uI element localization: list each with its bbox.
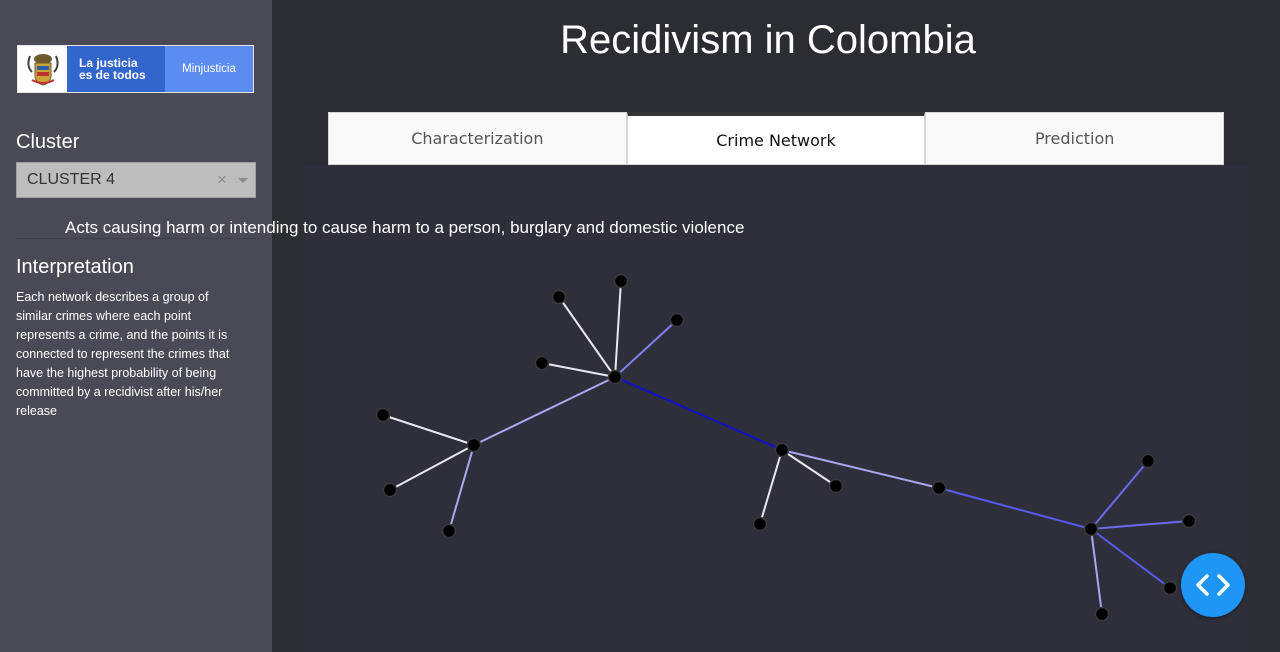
network-node[interactable]	[551, 289, 567, 305]
network-edge	[382, 414, 475, 446]
network-node[interactable]	[669, 312, 685, 328]
network-node[interactable]	[828, 478, 844, 494]
network-edge	[1090, 528, 1171, 589]
network-node[interactable]	[1181, 513, 1197, 529]
network-node[interactable]	[752, 516, 768, 532]
network-edge	[473, 376, 616, 446]
network-edge	[541, 362, 616, 378]
network-node[interactable]	[1140, 453, 1156, 469]
network-edge	[558, 296, 616, 378]
network-edge	[1090, 528, 1103, 615]
network-node[interactable]	[1094, 606, 1110, 622]
network-edge	[781, 449, 837, 487]
network-edge	[938, 487, 1092, 530]
code-brackets-icon	[1196, 574, 1230, 596]
network-edge	[614, 376, 783, 451]
network-node[interactable]	[1162, 580, 1178, 596]
network-edge	[614, 319, 678, 378]
network-edge	[759, 449, 783, 525]
network-node[interactable]	[375, 407, 391, 423]
network-node[interactable]	[1083, 521, 1099, 537]
network-edge	[614, 280, 622, 378]
network-node[interactable]	[607, 369, 623, 385]
network-edge	[1090, 520, 1190, 530]
network-node[interactable]	[382, 482, 398, 498]
network-node[interactable]	[466, 437, 482, 453]
network-edge	[389, 444, 475, 491]
network-edge	[781, 449, 940, 489]
app-root: La justicia es de todos Minjusticia Clus…	[0, 0, 1280, 652]
network-edge	[1090, 460, 1149, 530]
network-node[interactable]	[534, 355, 550, 371]
network-edge	[448, 444, 475, 532]
network-node[interactable]	[613, 273, 629, 289]
crime-network-graph[interactable]	[0, 0, 1280, 652]
network-node[interactable]	[931, 480, 947, 496]
network-node[interactable]	[774, 442, 790, 458]
code-brackets-button[interactable]	[1181, 553, 1245, 617]
network-node[interactable]	[441, 523, 457, 539]
